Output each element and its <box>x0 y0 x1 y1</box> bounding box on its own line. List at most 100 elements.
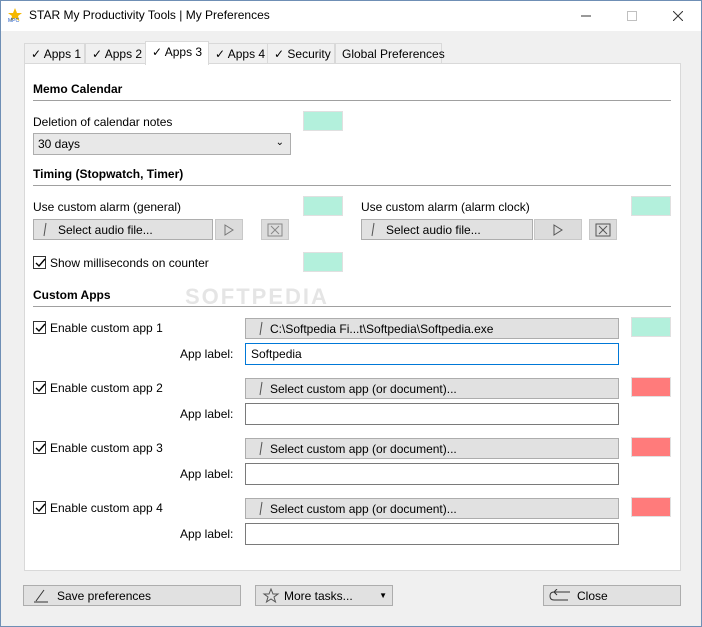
clear-general-button[interactable] <box>261 219 289 240</box>
clear-clock-button[interactable] <box>589 219 617 240</box>
app-1-label-input[interactable]: Softpedia <box>245 343 619 365</box>
close-button[interactable]: Close <box>543 585 681 606</box>
app-4-color-swatch[interactable] <box>631 497 671 517</box>
minimize-button[interactable] <box>563 1 609 30</box>
title-bar: MPC STAR My Productivity Tools | My Pref… <box>1 1 701 31</box>
checkmark-icon <box>35 443 46 453</box>
pen-icon <box>43 222 47 237</box>
checkmark-icon <box>35 383 46 393</box>
maximize-icon <box>627 10 637 21</box>
select-app-3-button[interactable]: Select custom app (or document)... <box>245 438 619 459</box>
pen-icon <box>259 381 263 396</box>
tab-apps-3[interactable]: ✓ Apps 3 <box>145 41 209 65</box>
return-arrow-icon <box>549 589 570 601</box>
tab-label: Apps 4 <box>227 47 266 61</box>
select-app-2-button[interactable]: Select custom app (or document)... <box>245 378 619 399</box>
show-ms-label: Show milliseconds on counter <box>50 256 209 270</box>
tab-apps-1[interactable]: ✓ Apps 1 <box>24 43 85 64</box>
app-1-color-swatch[interactable] <box>631 317 671 337</box>
alarm-general-label: Use custom alarm (general) <box>33 200 182 214</box>
enable-app-4-checkbox[interactable] <box>33 501 46 514</box>
more-tasks-button[interactable]: More tasks... ▼ <box>255 585 393 606</box>
enable-app-2-checkbox[interactable] <box>33 381 46 394</box>
tab-apps-4[interactable]: ✓ Apps 4 <box>208 43 268 64</box>
select-audio-general-button[interactable]: Select audio file... <box>33 219 213 240</box>
tab-label: Apps 1 <box>43 47 82 61</box>
play-clock-button[interactable] <box>534 219 582 240</box>
app-3-label-caption: App label: <box>180 467 234 481</box>
checkmark-icon <box>35 258 46 268</box>
play-icon <box>224 223 234 236</box>
timing-heading: Timing (Stopwatch, Timer) <box>33 167 184 181</box>
save-preferences-button[interactable]: Save preferences <box>23 585 241 606</box>
deletion-label: Deletion of calendar notes <box>33 115 173 129</box>
window-title: STAR My Productivity Tools | My Preferen… <box>29 8 270 22</box>
select-app-4-button[interactable]: Select custom app (or document)... <box>245 498 619 519</box>
play-general-button[interactable] <box>215 219 243 240</box>
app-1-label-caption: App label: <box>180 347 234 361</box>
tab-label: Global Preferences <box>342 47 445 61</box>
play-icon <box>553 223 563 236</box>
chevron-down-icon: ⌄ <box>275 137 284 148</box>
checkmark-icon <box>35 323 46 333</box>
enable-app-3-checkbox[interactable] <box>33 441 46 454</box>
tab-label: Security <box>287 47 331 61</box>
minimize-icon <box>581 15 591 16</box>
pen-icon <box>259 321 263 336</box>
tab-label: Apps 3 <box>164 45 203 59</box>
select-audio-label: Select audio file... <box>386 223 481 237</box>
custom-apps-heading: Custom Apps <box>33 288 111 302</box>
app-2-color-swatch[interactable] <box>631 377 671 397</box>
checkmark-icon <box>35 503 46 513</box>
enable-app-1-label: Enable custom app 1 <box>50 321 163 335</box>
more-tasks-label: More tasks... <box>284 589 353 603</box>
clear-icon <box>267 223 283 236</box>
app-2-label-caption: App label: <box>180 407 234 421</box>
app-2-label-input[interactable] <box>245 403 619 425</box>
select-audio-label: Select audio file... <box>58 223 153 237</box>
tab-label: Apps 2 <box>104 47 143 61</box>
app-4-label-caption: App label: <box>180 527 234 541</box>
app-4-path: Select custom app (or document)... <box>270 502 457 516</box>
pen-icon <box>259 441 263 456</box>
divider <box>33 185 671 186</box>
app-3-label-input[interactable] <box>245 463 619 485</box>
enable-app-1-checkbox[interactable] <box>33 321 46 334</box>
deletion-select-value: 30 days <box>38 137 81 151</box>
deletion-select[interactable]: 30 days ⌄ <box>33 133 291 155</box>
alarm-clock-label: Use custom alarm (alarm clock) <box>361 200 530 214</box>
app-2-path: Select custom app (or document)... <box>270 382 457 396</box>
tab-panel-apps-3: SOFTPEDIA Memo Calendar Deletion of cale… <box>24 63 681 571</box>
close-label: Close <box>577 589 608 603</box>
alarm-general-color-swatch[interactable] <box>303 196 343 216</box>
app-1-path: C:\Softpedia Fi...t\Softpedia\Softpedia.… <box>270 322 494 336</box>
clear-icon <box>595 223 611 236</box>
tab-global-preferences[interactable]: Global Preferences <box>335 43 445 64</box>
tab-apps-2[interactable]: ✓ Apps 2 <box>85 43 146 64</box>
show-ms-checkbox[interactable] <box>33 256 46 269</box>
app-3-path: Select custom app (or document)... <box>270 442 457 456</box>
svg-text:MPC: MPC <box>8 18 20 23</box>
memo-color-swatch[interactable] <box>303 111 343 131</box>
divider <box>33 306 671 307</box>
memo-calendar-heading: Memo Calendar <box>33 82 123 96</box>
enable-app-2-label: Enable custom app 2 <box>50 381 163 395</box>
divider <box>33 100 671 101</box>
close-window-button[interactable] <box>655 1 701 30</box>
alarm-clock-color-swatch[interactable] <box>631 196 671 216</box>
pen-icon <box>371 222 375 237</box>
select-audio-clock-button[interactable]: Select audio file... <box>361 219 533 240</box>
pen-icon <box>259 501 263 516</box>
close-icon <box>673 10 683 21</box>
enable-app-4-label: Enable custom app 4 <box>50 501 163 515</box>
dropdown-arrow-icon: ▼ <box>379 591 387 600</box>
stars-icon <box>262 588 280 604</box>
enable-app-3-label: Enable custom app 3 <box>50 441 163 455</box>
app-3-color-swatch[interactable] <box>631 437 671 457</box>
tab-security[interactable]: ✓ Security <box>267 43 335 64</box>
select-app-1-button[interactable]: C:\Softpedia Fi...t\Softpedia\Softpedia.… <box>245 318 619 339</box>
app-4-label-input[interactable] <box>245 523 619 545</box>
maximize-button[interactable] <box>609 1 655 30</box>
show-ms-color-swatch[interactable] <box>303 252 343 272</box>
save-pen-icon <box>34 589 48 603</box>
